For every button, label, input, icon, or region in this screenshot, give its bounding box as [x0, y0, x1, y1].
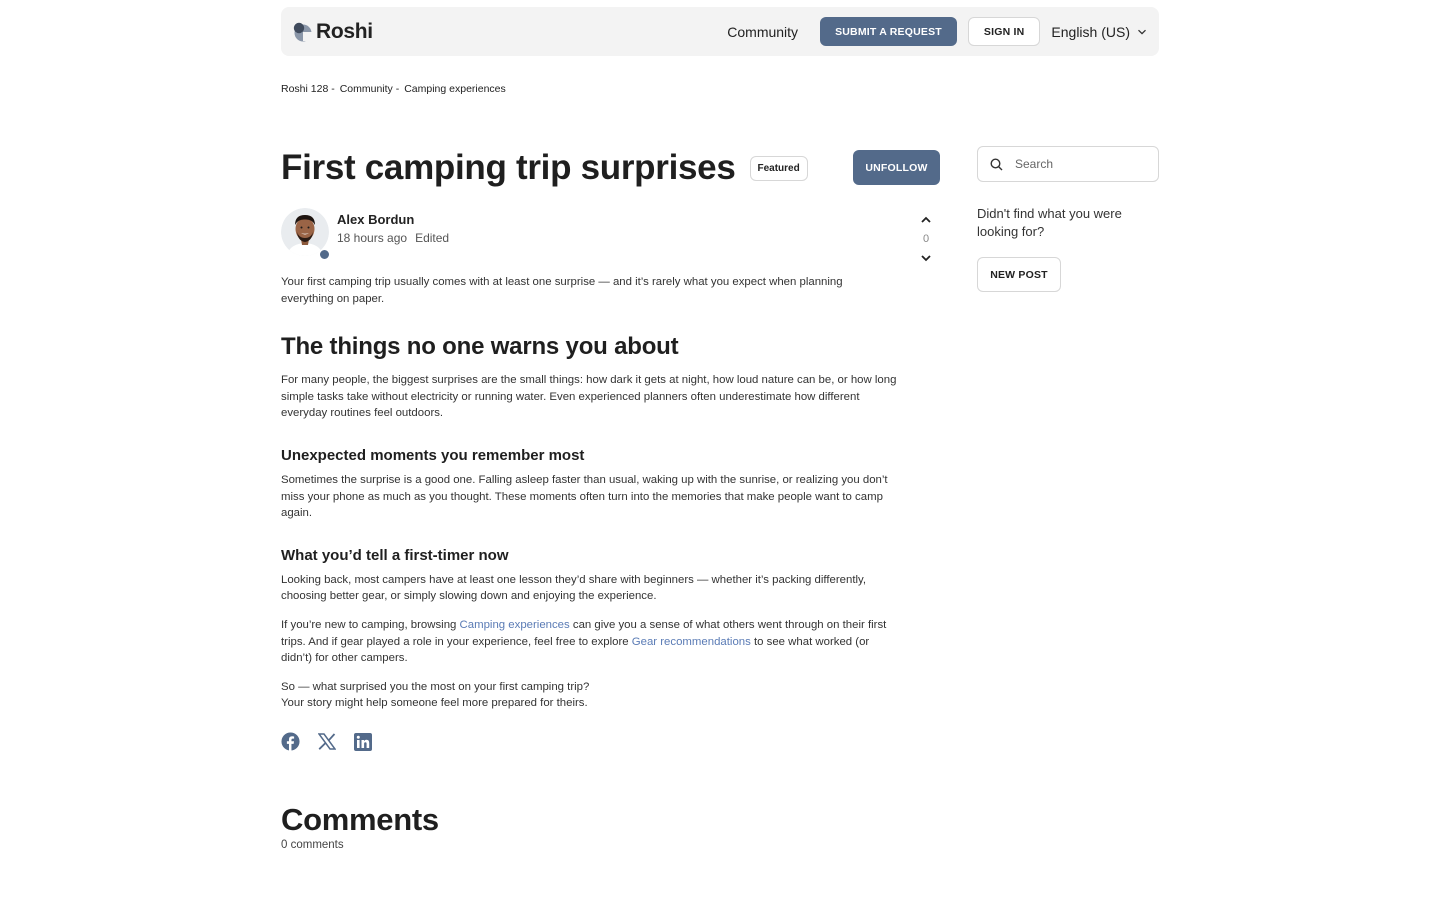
roshi-logo-icon: [293, 22, 312, 41]
language-selector[interactable]: English (US): [1051, 24, 1147, 40]
x-icon[interactable]: [318, 733, 336, 750]
post-body: Your first camping trip usually comes wi…: [281, 274, 897, 712]
post-meta: 18 hours ago Edited: [337, 231, 449, 245]
help-prompt: Didn't find what you were looking for?: [977, 206, 1122, 239]
logo[interactable]: Roshi: [293, 20, 373, 44]
featured-badge: Featured: [749, 155, 808, 181]
top-header: Roshi Community SUBMIT A REQUEST SIGN IN…: [281, 7, 1159, 56]
post-author: Alex Bordun 18 hours ago Edited: [281, 208, 449, 260]
downvote-chevron-down-icon[interactable]: [920, 253, 932, 263]
author-name[interactable]: Alex Bordun: [337, 212, 449, 227]
upvote-chevron-up-icon[interactable]: [920, 215, 932, 225]
gear-recommendations-link[interactable]: Gear recommendations: [632, 636, 751, 648]
linkedin-icon[interactable]: [354, 732, 372, 751]
avatar[interactable]: [281, 208, 330, 260]
share-links: [281, 732, 372, 751]
facebook-icon[interactable]: [281, 732, 300, 751]
breadcrumb-item-community[interactable]: Community -: [340, 83, 400, 95]
submit-request-button[interactable]: SUBMIT A REQUEST: [820, 17, 957, 46]
edited-label: Edited: [415, 231, 450, 245]
post-paragraph: For many people, the biggest surprises a…: [281, 374, 897, 420]
search-icon: [990, 157, 1003, 170]
user-role-badge-icon: [319, 249, 330, 260]
search-box[interactable]: [977, 146, 1159, 182]
post-closing: So — what surprised you the most on your…: [281, 679, 897, 712]
author-info: Alex Bordun 18 hours ago Edited: [337, 208, 449, 260]
comments-count: 0 comments: [281, 839, 344, 851]
post-subheading: Unexpected moments you remember most: [281, 446, 585, 464]
post-title-row: First camping trip surprises Featured: [281, 148, 808, 188]
breadcrumb-item-topic[interactable]: Camping experiences: [404, 83, 506, 95]
post-heading: The things no one warns you about: [281, 333, 679, 361]
closing-line: So — what surprised you the most on your…: [281, 680, 590, 693]
search-input[interactable]: [1015, 157, 1145, 171]
vote-count: 0: [922, 233, 930, 245]
camping-experiences-link[interactable]: Camping experiences: [460, 619, 570, 631]
chevron-down-icon: [1138, 29, 1146, 35]
vote-widget: 0: [916, 215, 936, 263]
breadcrumb-item-home[interactable]: Roshi 128 -: [281, 83, 335, 95]
post-intro: Your first camping trip usually comes wi…: [281, 276, 843, 305]
logo-text: Roshi: [316, 19, 373, 43]
breadcrumb: Roshi 128 - Community - Camping experien…: [281, 83, 506, 95]
post-paragraph-links: If you’re new to camping, browsing Campi…: [281, 617, 897, 667]
nav-community-link[interactable]: Community: [727, 24, 798, 40]
header-nav: Community SUBMIT A REQUEST SIGN IN Engli…: [727, 17, 1147, 46]
unfollow-button[interactable]: UNFOLLOW: [853, 150, 940, 185]
post-timestamp: 18 hours ago: [337, 231, 408, 245]
post-paragraph: Looking back, most campers have at least…: [281, 573, 867, 603]
comments-title: Comments: [281, 802, 439, 837]
text-segment: If you’re new to camping, browsing: [281, 618, 460, 631]
new-post-button[interactable]: NEW POST: [977, 257, 1061, 292]
closing-line: Your story might help someone feel more …: [281, 697, 588, 710]
language-label: English (US): [1051, 23, 1130, 40]
post-subheading: What you’d tell a first-timer now: [281, 546, 509, 564]
post-paragraph: Sometimes the surprise is a good one. Fa…: [281, 473, 888, 520]
page-title: First camping trip surprises: [281, 148, 736, 187]
sign-in-button[interactable]: SIGN IN: [967, 17, 1041, 46]
